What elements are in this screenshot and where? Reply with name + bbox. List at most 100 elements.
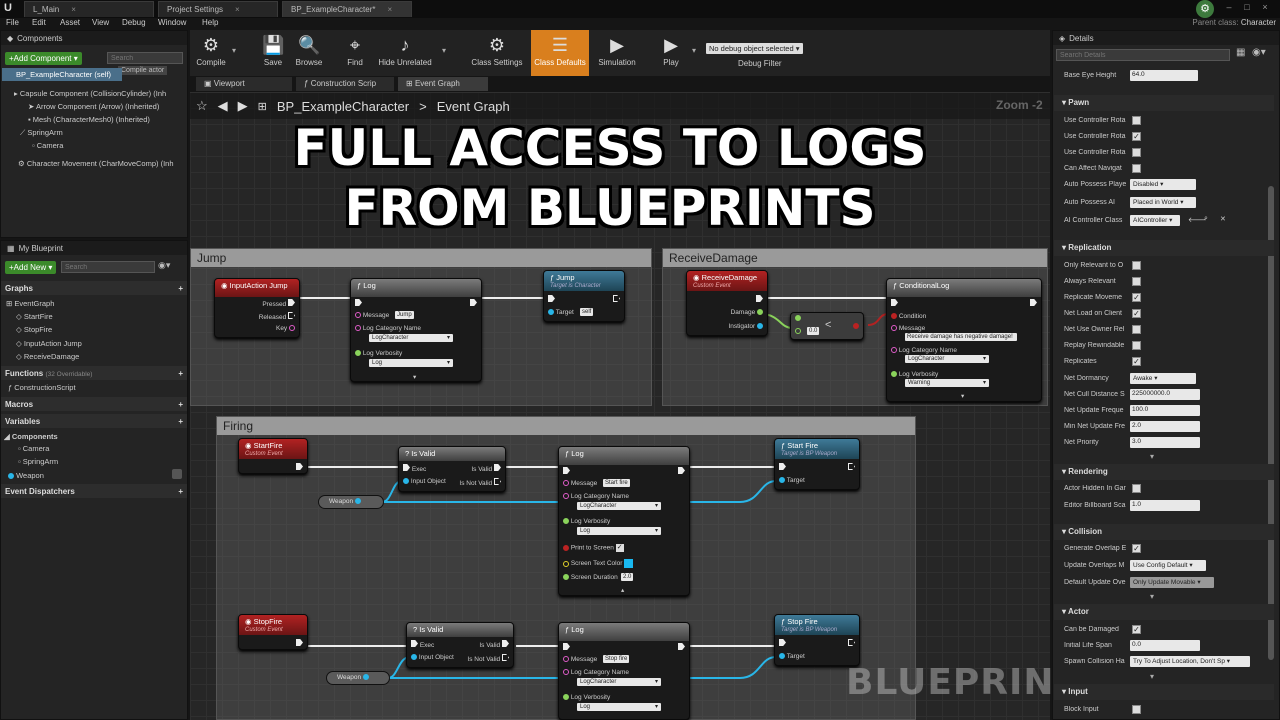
clear-icon[interactable]: ✕ [1220, 215, 1226, 223]
exec-out-pin[interactable] [848, 463, 855, 472]
expand-advanced-icon[interactable]: ▾ [1150, 672, 1154, 681]
message-input[interactable]: Start fire [603, 479, 630, 487]
default-update-select[interactable]: Only Update Movable ▾ [1130, 577, 1214, 588]
exec-in-pin[interactable] [355, 299, 362, 308]
exec-out-pin[interactable] [848, 639, 855, 648]
net-update-input[interactable]: 100.0 [1130, 405, 1200, 416]
node-stopfire-event[interactable]: ◉ StopFire Custom Event [238, 614, 308, 650]
pin-is-not-valid[interactable]: Is Not Valid [467, 654, 509, 663]
pin-released[interactable]: Released [259, 312, 295, 321]
message-input[interactable]: Jump [395, 311, 414, 319]
node-conditionallog[interactable]: ƒ ConditionalLog Condition Message Recei… [886, 278, 1042, 402]
pin-pressed[interactable]: Pressed [262, 299, 295, 308]
node-isvalid-start[interactable]: ? Is Valid Exec Is Valid Input Object Is… [398, 446, 506, 492]
weapon-getter-stop[interactable]: Weapon [326, 671, 390, 685]
pin-result[interactable] [853, 323, 859, 330]
auto-possess-ai-select[interactable]: Placed in World ▾ [1130, 197, 1196, 208]
pin-category[interactable]: Log Category Name [891, 347, 957, 354]
checkbox-checked[interactable]: ✓ [1132, 544, 1141, 553]
checkbox[interactable] [1132, 164, 1141, 173]
pin-message[interactable]: Message [563, 480, 597, 487]
exec-in-pin[interactable] [891, 299, 898, 308]
exec-in-pin[interactable] [563, 643, 570, 652]
auto-possess-player-select[interactable]: Disabled ▾ [1130, 179, 1196, 190]
life-span-input[interactable]: 0.0 [1130, 640, 1200, 651]
pin-print-to-screen[interactable]: Print to Screen ✓ [563, 544, 624, 552]
verbosity-select[interactable]: Warning [905, 379, 989, 387]
compare-value-input[interactable]: 0.0 [807, 327, 820, 335]
verbosity-select[interactable]: Log [369, 359, 453, 367]
checkbox[interactable] [1132, 148, 1141, 157]
pin-message[interactable]: Message [563, 656, 597, 663]
billboard-input[interactable]: 1.0 [1130, 500, 1200, 511]
view-options-icon[interactable]: ◉▾ [1252, 47, 1266, 58]
duration-input[interactable]: 2.0 [621, 573, 634, 581]
print-checkbox[interactable]: ✓ [615, 544, 624, 552]
exec-out-pin[interactable] [296, 463, 303, 472]
checkbox[interactable] [1132, 325, 1141, 334]
pin-target[interactable]: Target [779, 653, 805, 660]
node-jump-function[interactable]: ƒ Jump Target is Character Target self [543, 270, 625, 322]
checkbox-checked[interactable]: ✓ [1132, 357, 1141, 366]
pin-verbosity[interactable]: Log Verbosity [355, 350, 402, 357]
pin-damage[interactable]: Damage [731, 309, 763, 316]
category-collision[interactable]: ▾ Collision [1054, 524, 1274, 540]
verbosity-select[interactable]: Log [577, 703, 661, 711]
pin-target[interactable]: Target [548, 309, 574, 316]
color-swatch[interactable] [624, 559, 634, 568]
verbosity-select[interactable]: Log [577, 527, 661, 535]
exec-out-pin[interactable] [678, 643, 685, 652]
node-log-startfire[interactable]: ƒ Log Message Start fire Log Category Na… [558, 446, 690, 596]
exec-out-pin[interactable] [1030, 299, 1037, 308]
spawn-collision-select[interactable]: Try To Adjust Location, Don't Sp ▾ [1130, 656, 1250, 667]
exec-out-pin[interactable] [756, 295, 763, 304]
details-search-input[interactable] [1056, 49, 1230, 61]
node-log-jump[interactable]: ƒ Log Message Jump Log Category Name Log… [350, 278, 482, 382]
pin-screen-text-color[interactable]: Screen Text Color [563, 559, 634, 568]
net-priority-input[interactable]: 3.0 [1130, 437, 1200, 448]
pin-category[interactable]: Log Category Name [563, 669, 629, 676]
pin-message[interactable]: Message [891, 325, 925, 332]
pin-verbosity[interactable]: Log Verbosity [563, 518, 610, 525]
checkbox-checked[interactable]: ✓ [1132, 309, 1141, 318]
target-input[interactable]: self [580, 308, 594, 316]
pin-a[interactable] [795, 315, 801, 322]
node-receivedamage[interactable]: ◉ ReceiveDamage Custom Event Damage Insti… [686, 270, 768, 336]
exec-out-pin[interactable] [678, 467, 685, 476]
message-input[interactable]: Stop fire [603, 655, 630, 663]
ai-controller-select[interactable]: AIController ▾ [1130, 215, 1180, 226]
checkbox-checked[interactable]: ✓ [1132, 132, 1141, 141]
exec-in-pin[interactable] [548, 295, 555, 304]
exec-in-pin[interactable] [779, 639, 786, 648]
pin-is-valid[interactable]: Is Valid [479, 640, 509, 649]
checkbox[interactable] [1132, 341, 1141, 350]
checkbox[interactable] [1132, 116, 1141, 125]
pin-target[interactable]: Target [779, 477, 805, 484]
base-eye-height-input[interactable]: 64.0 [1130, 70, 1198, 81]
node-compare-less[interactable]: 0.0 < [790, 312, 864, 340]
node-startfire-function[interactable]: ƒ Start Fire Target is BP Weapon Target [774, 438, 860, 490]
collapse-arrow-icon[interactable]: ▴ [621, 586, 624, 594]
pin-input-object[interactable]: Input Object [403, 478, 446, 485]
node-stopfire-function[interactable]: ƒ Stop Fire Target is BP Weapon Target [774, 614, 860, 666]
collapse-arrow-icon[interactable]: ▾ [961, 392, 964, 400]
category-rendering[interactable]: ▾ Rendering [1054, 464, 1274, 480]
weapon-getter-start[interactable]: Weapon [318, 495, 384, 509]
pin-exec[interactable]: Exec [411, 640, 434, 649]
category-select[interactable]: LogCharacter [577, 678, 661, 686]
category-select[interactable]: LogCharacter [577, 502, 661, 510]
pin-key[interactable]: Key [276, 325, 295, 332]
pin-verbosity[interactable]: Log Verbosity [891, 371, 938, 378]
exec-out-pin[interactable] [613, 295, 620, 304]
pin-input-object[interactable]: Input Object [411, 654, 454, 661]
node-startfire-event[interactable]: ◉ StartFire Custom Event [238, 438, 308, 474]
pin-screen-duration[interactable]: Screen Duration [563, 574, 618, 581]
pin-condition[interactable]: Condition [891, 313, 926, 320]
pin-message[interactable]: Message [355, 312, 389, 319]
pin-is-not-valid[interactable]: Is Not Valid [459, 478, 501, 487]
category-select[interactable]: LogCharacter [369, 334, 453, 342]
pin-verbosity[interactable]: Log Verbosity [563, 694, 610, 701]
exec-in-pin[interactable] [779, 463, 786, 472]
net-dormancy-select[interactable]: Awake ▾ [1130, 373, 1196, 384]
exec-out-pin[interactable] [470, 299, 477, 308]
